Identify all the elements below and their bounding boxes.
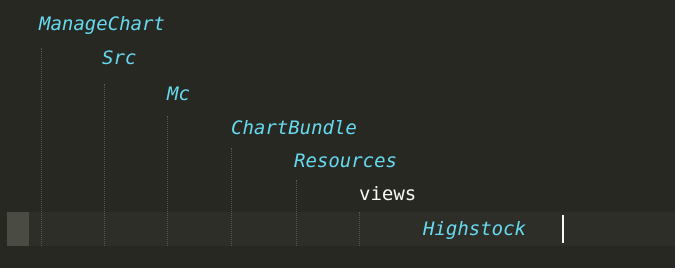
indent-guide xyxy=(359,212,360,246)
code-line-resources[interactable]: Resources xyxy=(294,145,397,177)
code-line-views[interactable]: views xyxy=(359,178,416,210)
code-line-src[interactable]: Src xyxy=(102,42,136,74)
code-line-managechart[interactable]: ManageChart xyxy=(39,8,165,40)
code-line-highstock[interactable]: Highstock xyxy=(423,213,526,245)
indent-guide xyxy=(231,148,232,246)
indent-guide xyxy=(296,180,297,246)
code-line-mc[interactable]: Mc xyxy=(167,78,190,110)
indent-guide xyxy=(104,84,105,246)
window-edge xyxy=(0,268,686,280)
current-line-highlight xyxy=(29,212,675,246)
gutter-marker xyxy=(7,212,29,246)
window-edge xyxy=(675,0,686,280)
text-caret xyxy=(562,215,564,243)
code-line-chartbundle[interactable]: ChartBundle xyxy=(231,112,357,144)
code-editor[interactable]: ManageChart Src Mc ChartBundle Resources… xyxy=(0,0,675,268)
indent-guide xyxy=(41,48,42,246)
indent-guide xyxy=(167,116,168,246)
